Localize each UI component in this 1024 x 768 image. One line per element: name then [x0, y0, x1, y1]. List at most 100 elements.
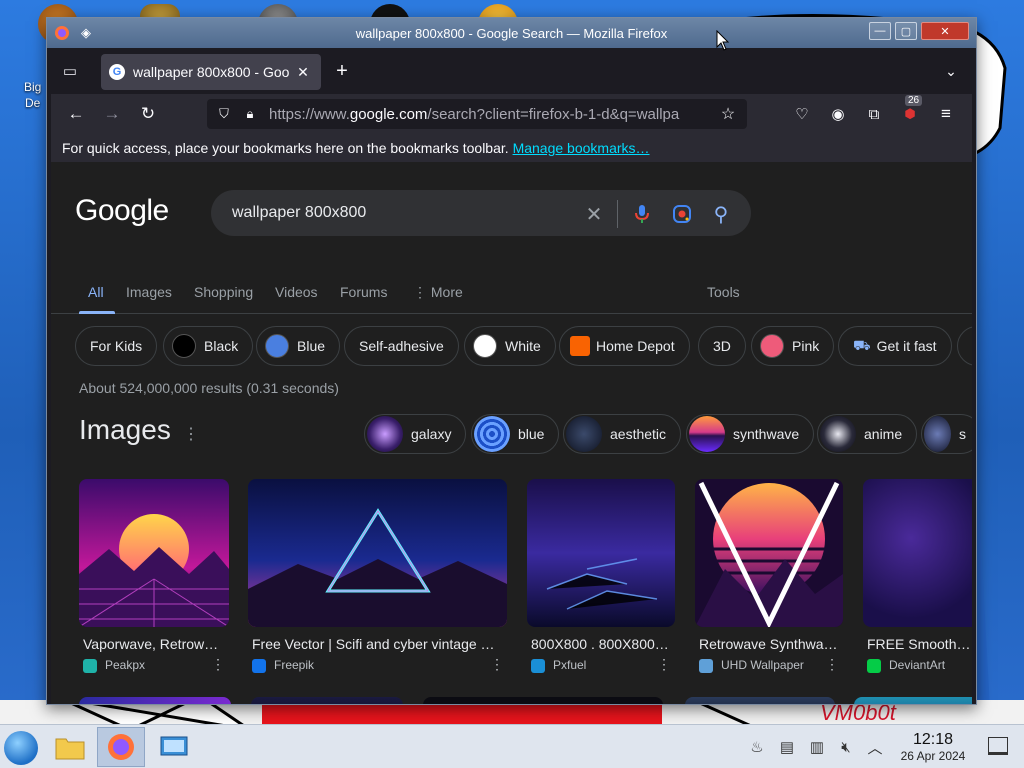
image-source[interactable]: UHD Wallpaper	[721, 658, 804, 672]
image-source[interactable]: DeviantArt	[889, 658, 945, 672]
image-result-row2[interactable]	[251, 697, 403, 704]
tab-all[interactable]: All	[88, 284, 104, 300]
image-chip-more[interactable]: s	[921, 414, 972, 454]
chip-home-depot[interactable]: Home Depot	[559, 326, 690, 366]
lens-icon[interactable]	[670, 202, 694, 226]
image-chip-anime[interactable]: anime	[817, 414, 918, 454]
chip-blue[interactable]: Blue	[256, 326, 341, 366]
volume-muted-icon[interactable]: 🔇︎	[836, 737, 856, 757]
chip-pink[interactable]: Pink	[751, 326, 835, 366]
close-button[interactable]: ✕	[921, 22, 969, 40]
tray-expand-icon[interactable]: ︿	[865, 737, 885, 757]
file-manager-task[interactable]	[46, 727, 94, 767]
lock-icon[interactable]: 🔒︎	[239, 103, 261, 125]
maximize-button[interactable]: ▢	[895, 22, 917, 40]
url-text[interactable]: https://www.google.com/search?client=fir…	[269, 106, 709, 123]
image-thumbnail[interactable]	[695, 479, 843, 627]
url-bar[interactable]: ⛉ 🔒︎ https://www.google.com/search?clien…	[207, 99, 747, 129]
chip-3d[interactable]: 3D	[698, 326, 746, 366]
image-thumbnail[interactable]	[527, 479, 675, 627]
chip-for-kids[interactable]: For Kids	[75, 326, 158, 366]
back-icon[interactable]: ←	[63, 102, 89, 126]
tab-forums[interactable]: Forums	[340, 284, 387, 300]
chip-get-it-fast[interactable]: ⛟ Get it fast	[838, 326, 952, 366]
image-title[interactable]: FREE Smooth Sp	[867, 636, 972, 652]
tab-shopping[interactable]: Shopping	[194, 284, 253, 300]
chip-white[interactable]: White	[464, 326, 556, 366]
pocket-icon[interactable]: ♡	[789, 102, 815, 126]
nav-bar: ← → ↻ ⛉ 🔒︎ https://www.google.com/search…	[51, 94, 972, 134]
account-icon[interactable]: ◉	[825, 102, 851, 126]
image-chip-galaxy[interactable]: galaxy	[364, 414, 467, 454]
images-more-icon[interactable]: ⋮	[183, 424, 199, 444]
tab-images[interactable]: Images	[126, 284, 172, 300]
image-result-row2[interactable]	[854, 697, 972, 704]
manage-bookmarks-link[interactable]: Manage bookmarks…	[513, 140, 650, 156]
image-more-icon[interactable]: ⋮	[825, 656, 839, 673]
image-result-row2[interactable]	[423, 697, 663, 704]
clock-date[interactable]: 26 Apr 2024	[890, 749, 976, 763]
new-tab-button[interactable]: +	[331, 60, 353, 82]
image-source[interactable]: Peakpx	[105, 658, 145, 672]
peakpx-favicon-icon	[83, 659, 97, 673]
google-tabs: All Images Shopping Videos Forums ⋮ More…	[51, 268, 972, 314]
search-icon[interactable]: ⚲	[709, 202, 733, 226]
tab-videos[interactable]: Videos	[275, 284, 318, 300]
bookmark-star-icon[interactable]: ☆	[717, 103, 739, 125]
image-more-icon[interactable]: ⋮	[211, 656, 225, 673]
tools-button[interactable]: Tools	[707, 284, 740, 300]
titlebar[interactable]: ◈ wallpaper 800x800 - Google Search — Mo…	[47, 18, 976, 48]
search-input[interactable]: wallpaper 800x800	[232, 204, 366, 222]
disk-icon[interactable]: ▥	[807, 737, 827, 757]
image-thumbnail[interactable]	[79, 479, 229, 627]
image-chip-aesthetic[interactable]: aesthetic	[563, 414, 682, 454]
image-title[interactable]: Vaporwave, Retrow…	[83, 636, 223, 652]
image-title[interactable]: 800X800 . 800X800…	[531, 636, 671, 652]
chip-overflow[interactable]	[957, 326, 972, 366]
chip-black[interactable]: Black	[163, 326, 254, 366]
tab-close-icon[interactable]: ✕	[293, 62, 313, 82]
clock-time[interactable]: 12:18	[905, 731, 961, 749]
clear-icon[interactable]: ✕	[582, 202, 606, 226]
desktop-icon-label: Big De	[24, 80, 42, 110]
image-title[interactable]: Retrowave Synthwa…	[699, 636, 839, 652]
black-swatch-icon	[172, 334, 196, 358]
image-title[interactable]: Free Vector | Scifi and cyber vintage n…	[252, 636, 502, 652]
image-thumbnail[interactable]	[248, 479, 507, 627]
menu-icon[interactable]: ≡	[933, 102, 959, 126]
firefox-task[interactable]	[97, 727, 145, 767]
forward-icon[interactable]: →	[99, 102, 125, 126]
chip-self-adhesive[interactable]: Self-adhesive	[344, 326, 459, 366]
bookmarks-hint: For quick access, place your bookmarks h…	[62, 140, 509, 156]
search-box[interactable]: wallpaper 800x800 ✕ ⚲	[211, 190, 751, 236]
notifications-icon[interactable]: ♨	[747, 737, 767, 757]
start-menu-button[interactable]	[4, 731, 38, 765]
show-desktop-button[interactable]	[988, 737, 1008, 755]
mouse-cursor	[716, 30, 730, 51]
image-result-row2[interactable]	[79, 697, 231, 704]
image-thumbnail[interactable]	[863, 479, 972, 627]
more-thumb	[924, 416, 951, 452]
minimize-button[interactable]: —	[869, 22, 891, 40]
image-chip-blue[interactable]: blue	[471, 414, 560, 454]
search-divider	[617, 200, 618, 228]
clipboard-icon[interactable]: ▤	[777, 737, 797, 757]
image-more-icon[interactable]: ⋮	[490, 656, 504, 673]
tracking-shield-icon[interactable]: ⛉	[213, 103, 235, 125]
image-more-icon[interactable]: ⋮	[657, 656, 671, 673]
tab-title: wallpaper 800x800 - Goo	[133, 64, 290, 80]
results-stats: About 524,000,000 results (0.31 seconds)	[79, 380, 339, 396]
image-result-row2[interactable]	[685, 697, 835, 704]
extensions-icon[interactable]: ⧉	[861, 102, 887, 126]
image-source[interactable]: Freepik	[274, 658, 314, 672]
google-logo[interactable]: Google	[75, 194, 169, 228]
reload-icon[interactable]: ↻	[135, 102, 161, 126]
firefox-view-icon[interactable]: ▭	[59, 60, 81, 82]
tab-more[interactable]: ⋮ More	[413, 284, 463, 301]
image-source[interactable]: Pxfuel	[553, 658, 586, 672]
system-settings-task[interactable]	[150, 727, 198, 767]
tab-active[interactable]: G wallpaper 800x800 - Goo ✕	[101, 54, 321, 90]
list-all-tabs-icon[interactable]: ⌄	[940, 60, 962, 82]
voice-search-icon[interactable]	[630, 202, 654, 226]
image-chip-synthwave[interactable]: synthwave	[686, 414, 815, 454]
